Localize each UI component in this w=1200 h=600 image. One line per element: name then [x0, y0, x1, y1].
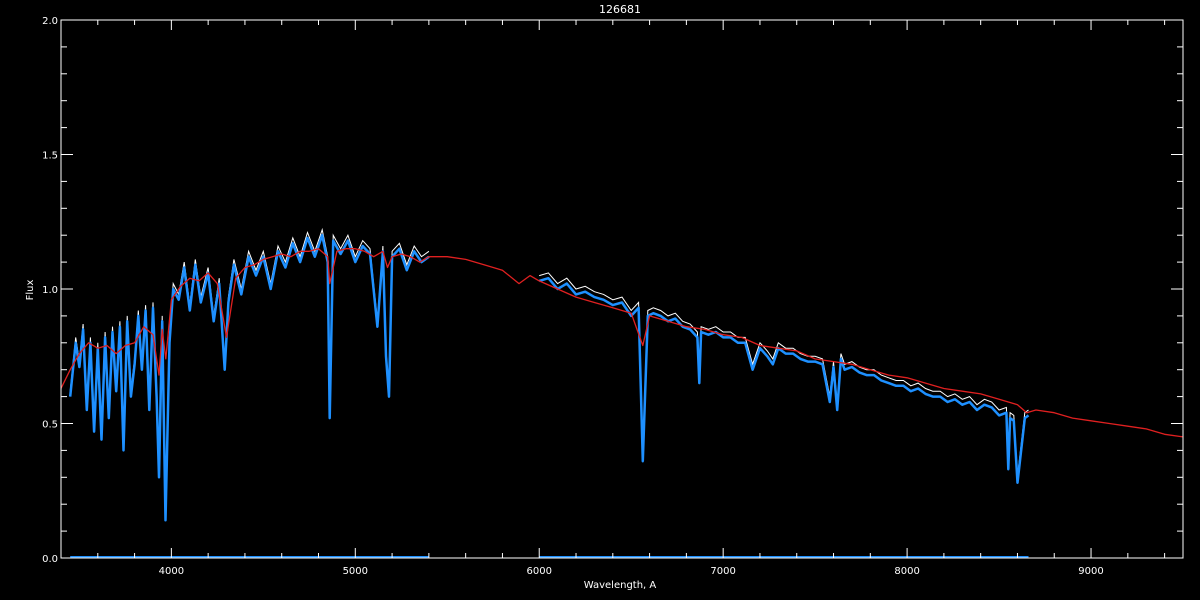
x-tick-label: 6000: [527, 566, 552, 577]
x-tick-label: 7000: [710, 566, 735, 577]
chart-title: 126681: [599, 3, 641, 16]
y-tick-label: 0.0: [42, 554, 58, 565]
spectrum-chart: 126681 4000 5000 6000 7000 8000 9000 0.0 0.5 1.0…: [0, 0, 1200, 600]
y-tick-label: 2.0: [42, 16, 58, 27]
x-tick-label: 5000: [343, 566, 368, 577]
x-tick-label: 4000: [159, 566, 184, 577]
y-tick-label: 0.5: [42, 420, 58, 431]
x-tick-label: 8000: [894, 566, 919, 577]
y-tick-label: 1.0: [42, 285, 58, 296]
x-tick-label: 9000: [1078, 566, 1103, 577]
x-axis-label: Wavelength, A: [584, 580, 657, 591]
y-tick-label: 1.5: [42, 151, 58, 162]
y-axis-label: Flux: [25, 280, 36, 301]
